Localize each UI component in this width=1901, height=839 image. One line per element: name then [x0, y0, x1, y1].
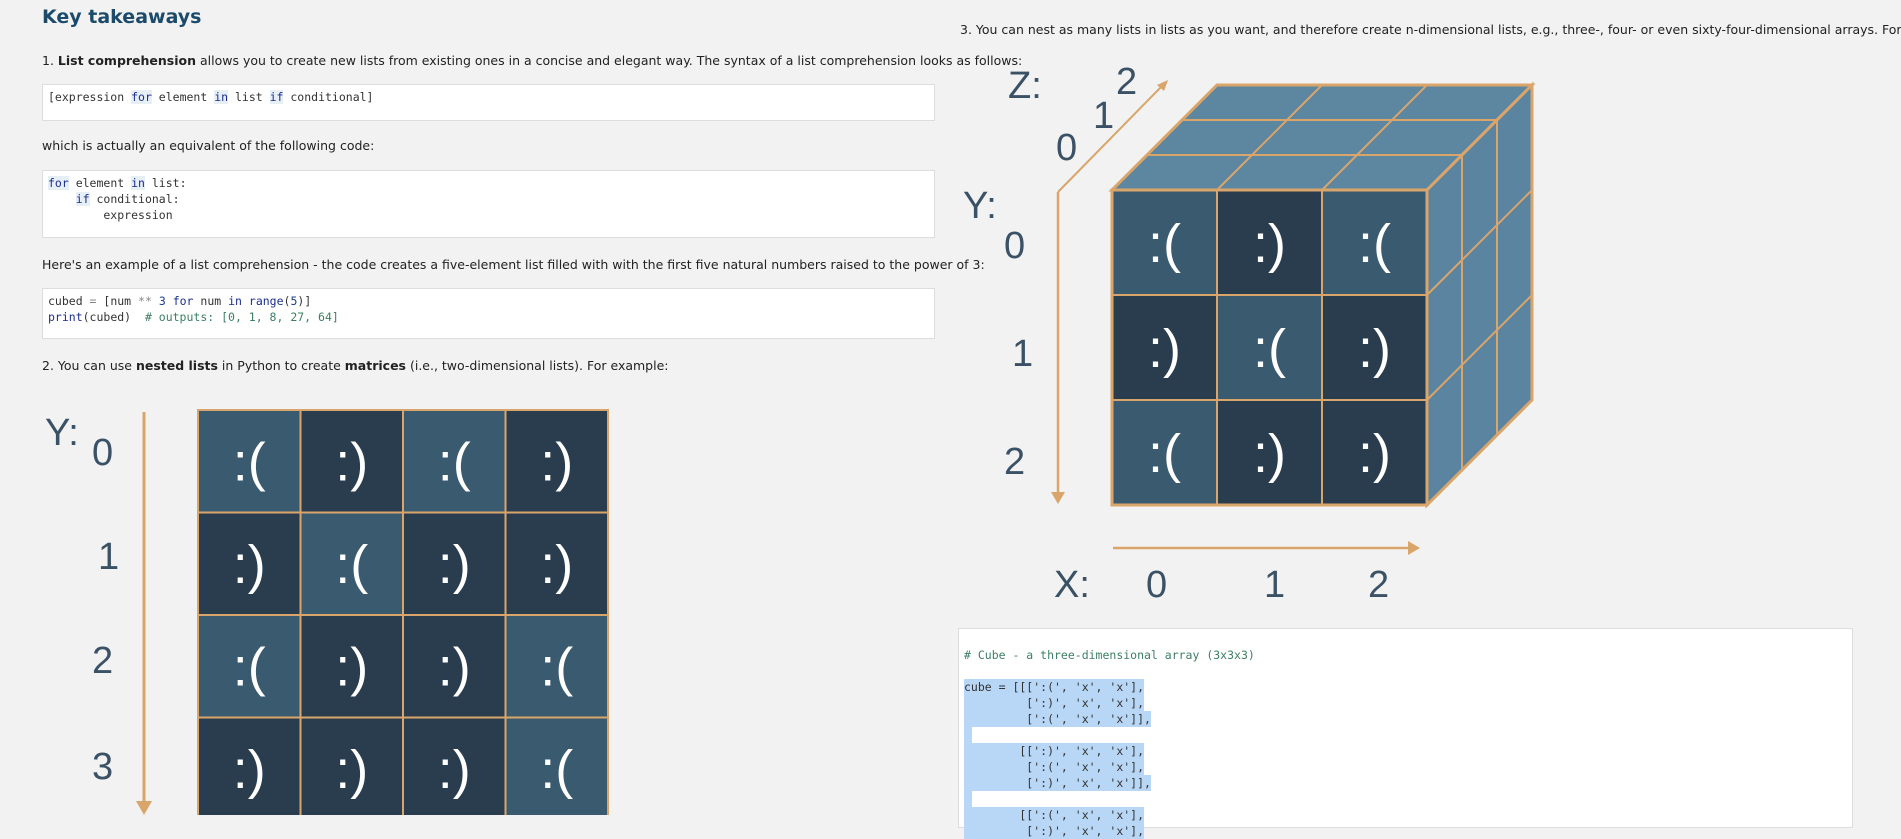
grid-cell: :( — [299, 511, 404, 616]
grid-cell: :) — [1321, 294, 1428, 401]
cell-emoticon: :( — [233, 433, 266, 493]
code-line: ​ — [964, 727, 972, 743]
cell-emoticon: :) — [233, 740, 266, 800]
cell-emoticon: :( — [1148, 214, 1181, 274]
cube-x-tick: 2 — [1368, 564, 1389, 606]
grid-cell: :) — [197, 511, 302, 616]
cell-emoticon: :) — [233, 535, 266, 595]
code-comment: # Cube - a three-dimensional array (3x3x… — [964, 648, 1255, 662]
code-line: [':)', 'x', 'x'], — [964, 695, 1145, 711]
cell-emoticon: :) — [438, 638, 471, 698]
grid-cell: :( — [504, 614, 609, 719]
code-line: [':)', 'x', 'x']], — [964, 775, 1151, 791]
grid-cell: :) — [1216, 189, 1323, 296]
grid-cell: :( — [1111, 189, 1218, 296]
code-block-cube[interactable]: # Cube - a three-dimensional array (3x3x… — [958, 628, 1853, 839]
matrix-row-label: 0 — [92, 432, 113, 474]
cube-x-label: X: — [1054, 564, 1090, 606]
cell-emoticon: :( — [540, 638, 573, 698]
cell-emoticon: :( — [438, 433, 471, 493]
cube-x-axis-arrowhead — [1408, 541, 1420, 555]
cell-emoticon: :( — [1148, 424, 1181, 484]
grid-cell: :) — [402, 511, 507, 616]
code-line: [[':(', 'x', 'x'], — [964, 807, 1145, 823]
grid-cell: :( — [197, 409, 302, 514]
grid-cell: :( — [1216, 294, 1323, 401]
grid-cell: :) — [504, 409, 609, 514]
cube-x-tick: 1 — [1264, 564, 1285, 606]
cell-emoticon: :( — [1358, 214, 1391, 274]
grid-cell: :) — [1216, 399, 1323, 506]
code-line: [':)', 'x', 'x'], — [964, 823, 1145, 839]
grid-cell: :( — [402, 409, 507, 514]
code-line: [':(', 'x', 'x']], — [964, 711, 1151, 727]
page-title: Key takeaways — [42, 6, 202, 28]
code-line: [':(', 'x', 'x'], — [964, 759, 1145, 775]
cube-y-tick: 1 — [1012, 333, 1033, 375]
code-block-syntax[interactable]: [expression for element in list if condi… — [42, 84, 935, 121]
code-line: [[':)', 'x', 'x'], — [964, 743, 1145, 759]
cell-emoticon: :) — [438, 740, 471, 800]
cube-illustration: Z: 0 1 2 Y: 0 1 2 X: 0 1 2 :(:) :(:) :(:):… — [963, 61, 1536, 606]
cube-y-tick: 0 — [1004, 225, 1025, 267]
grid-cell: :( — [197, 614, 302, 719]
cell-emoticon: :) — [1358, 424, 1391, 484]
matrix-y-axis-arrowhead — [136, 801, 152, 815]
grid-cell: :) — [299, 409, 404, 514]
cube-y-axis-arrowhead — [1051, 492, 1065, 504]
term-list-comprehension: List comprehension — [57, 53, 197, 68]
cell-emoticon: :( — [540, 740, 573, 800]
cell-emoticon: :) — [335, 740, 368, 800]
matrix-illustration: Y: 0 1 2 3 :(:) :(:):) :(:):) :(:):) :(:):):… — [45, 409, 609, 815]
grid-cell: :) — [1111, 294, 1218, 401]
grid-cell: :) — [402, 614, 507, 719]
cell-emoticon: :) — [335, 433, 368, 493]
grid-cell: :) — [197, 716, 302, 815]
code-block-loop[interactable]: for element in list: if conditional: exp… — [42, 170, 935, 238]
cell-emoticon: :) — [540, 535, 573, 595]
paragraph-example: Here's an example of a list comprehensio… — [42, 257, 985, 272]
code-line: cube = [[[':(', 'x', 'x'], — [964, 679, 1145, 695]
grid-cell: :) — [402, 716, 507, 815]
code-block-cubed[interactable]: cubed = [num ** 3 for num in range(5)] p… — [42, 288, 935, 339]
grid-cell: :( — [1111, 399, 1218, 506]
paragraph-nested-lists: 2. You can use nested lists in Python to… — [42, 358, 669, 373]
cube-y-tick: 2 — [1004, 441, 1025, 483]
grid-cell: :) — [299, 716, 404, 815]
cube-z-tick: 2 — [1116, 61, 1137, 103]
cell-emoticon: :) — [438, 535, 471, 595]
cube-body: :(:) :(:) :(:) :(:):) — [1108, 81, 1536, 509]
cell-emoticon: :) — [335, 638, 368, 698]
paragraph-list-comprehension: 1. List comprehension allows you to crea… — [42, 53, 1023, 68]
cell-emoticon: :( — [335, 535, 368, 595]
matrix-grid: :(:) :(:):) :(:):) :(:):) :(:):):) :( — [197, 409, 609, 815]
grid-cell: :) — [1321, 399, 1428, 506]
paragraph-equivalent: which is actually an equivalent of the f… — [42, 138, 375, 153]
matrix-row-label: 2 — [92, 640, 113, 682]
cell-emoticon: :) — [1148, 319, 1181, 379]
paragraph-n-dimensional: 3. You can nest as many lists in lists a… — [960, 22, 1901, 37]
cube-z-tick: 1 — [1093, 95, 1114, 137]
cube-z-label: Z: — [1008, 65, 1042, 107]
matrix-row-label: 3 — [92, 746, 113, 788]
cell-emoticon: :) — [540, 433, 573, 493]
cube-z-tick: 0 — [1056, 127, 1077, 169]
cell-emoticon: :) — [1253, 424, 1286, 484]
matrix-row-label: 1 — [98, 536, 119, 578]
grid-cell: :) — [299, 614, 404, 719]
grid-cell: :) — [504, 511, 609, 616]
grid-cell: :( — [1321, 189, 1428, 296]
cell-emoticon: :( — [1253, 319, 1286, 379]
cube-x-tick: 0 — [1146, 564, 1167, 606]
cube-y-label: Y: — [963, 185, 997, 227]
cell-emoticon: :) — [1253, 214, 1286, 274]
code-line: ​ — [964, 791, 972, 807]
cell-emoticon: :) — [1358, 319, 1391, 379]
grid-cell: :( — [504, 716, 609, 815]
matrix-y-label: Y: — [45, 412, 79, 454]
cell-emoticon: :( — [233, 638, 266, 698]
